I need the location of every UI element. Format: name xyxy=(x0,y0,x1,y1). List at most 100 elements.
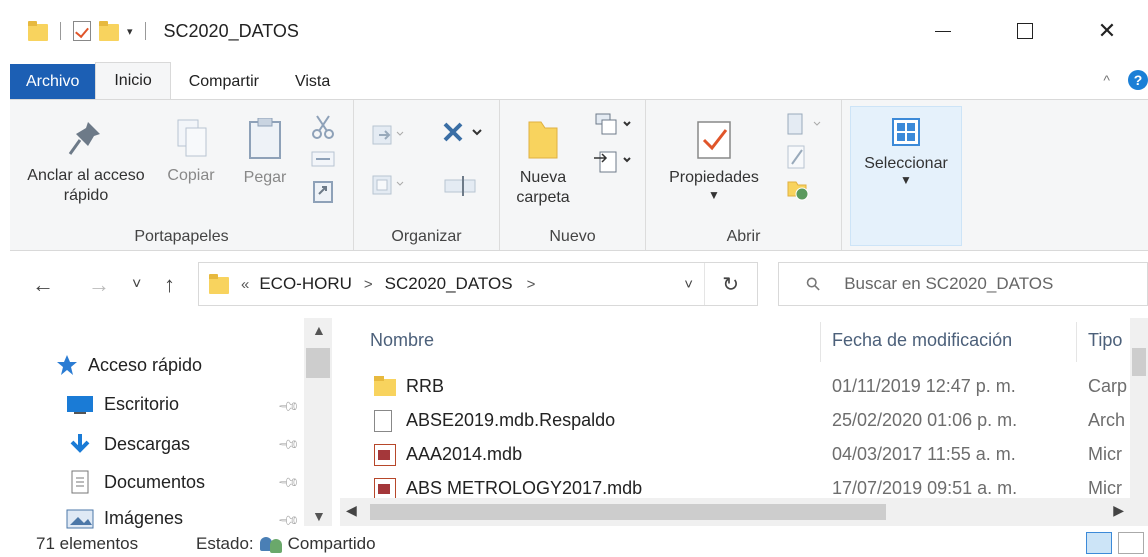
group-portapapeles: Anclar al acceso rápido Copiar Pegar Por… xyxy=(10,100,354,250)
column-header-date[interactable]: Fecha de modificación xyxy=(832,330,1012,351)
star-icon xyxy=(57,355,77,375)
folder-icon xyxy=(209,274,229,294)
file-row[interactable]: ABSE2019.mdb.Respaldo 25/02/2020 01:06 p… xyxy=(340,404,1130,438)
scroll-left-icon[interactable]: ◀ xyxy=(346,502,357,519)
share-state: Estado: Compartido xyxy=(196,534,376,554)
tab-archivo[interactable]: Archivo xyxy=(10,64,96,100)
group-nuevo: Nueva carpeta Nuevo xyxy=(500,100,646,250)
column-divider[interactable] xyxy=(820,322,821,362)
navigation-pane: Acceso rápido Escritorio 📌︎ Descargas 📌︎… xyxy=(0,318,332,532)
paste-shortcut-button[interactable] xyxy=(308,180,338,210)
file-name: ABSE2019.mdb.Respaldo xyxy=(406,410,616,430)
access-db-icon xyxy=(374,444,396,466)
navpane-scrollbar[interactable]: ▲ ▼ xyxy=(304,318,332,526)
nav-item-descargas[interactable]: Descargas xyxy=(66,432,190,456)
large-icons-view-button[interactable] xyxy=(1118,532,1144,554)
nav-item-documentos[interactable]: Documentos xyxy=(66,470,205,494)
nav-item-imagenes[interactable]: Imágenes xyxy=(66,508,183,529)
quick-access-dropdown-icon[interactable]: ▾ xyxy=(127,25,133,38)
rename-icon xyxy=(444,176,476,196)
download-icon xyxy=(70,434,90,453)
nav-item-acceso-rapido[interactable]: Acceso rápido xyxy=(56,354,202,376)
copy-path-icon xyxy=(311,151,335,167)
breadcrumb-separator[interactable]: > xyxy=(527,276,536,293)
filelist-horizontal-scrollbar[interactable]: ◀ ▶ xyxy=(340,498,1148,526)
documents-icon xyxy=(71,470,89,494)
scroll-down-icon[interactable]: ▼ xyxy=(312,508,326,524)
open-button[interactable] xyxy=(782,112,828,144)
title-bar: ▾ SC2020_DATOS ✕ xyxy=(0,0,1148,62)
folder-icon xyxy=(28,21,48,41)
delete-icon xyxy=(443,122,482,142)
tab-vista[interactable]: Vista xyxy=(277,64,348,100)
address-bar[interactable]: « ECO-HORU > SC2020_DATOS > ˅ ↻ xyxy=(198,262,758,306)
recent-locations-button[interactable]: ˅ xyxy=(132,276,141,294)
select-button[interactable]: Seleccionar ▼ xyxy=(850,106,962,246)
column-header-type[interactable]: Tipo xyxy=(1088,330,1130,351)
group-label-portapapeles: Portapapeles xyxy=(134,228,229,245)
tab-compartir[interactable]: Compartir xyxy=(171,64,277,100)
new-item-button[interactable] xyxy=(590,112,636,144)
breadcrumb-sc2020-datos[interactable]: SC2020_DATOS xyxy=(385,274,513,294)
pin-icon[interactable]: 📌︎ xyxy=(277,432,301,457)
address-dropdown-icon[interactable]: ˅ xyxy=(684,276,693,293)
file-name: AAA2014.mdb xyxy=(406,444,523,464)
pin-quick-access-button[interactable]: Anclar al acceso rápido xyxy=(16,118,156,206)
pin-icon[interactable]: 📌︎ xyxy=(277,470,301,495)
filelist-vertical-scrollbar[interactable] xyxy=(1130,318,1148,498)
pictures-icon xyxy=(66,509,94,528)
new-folder-quick-icon[interactable] xyxy=(99,21,119,41)
history-icon xyxy=(787,181,809,201)
scroll-up-icon[interactable]: ▲ xyxy=(312,322,326,338)
file-date: 17/07/2019 09:51 a. m. xyxy=(832,478,1018,498)
breadcrumb-overflow[interactable]: « xyxy=(241,276,249,293)
paste-button[interactable]: Pegar xyxy=(232,118,298,188)
window-title: SC2020_DATOS xyxy=(163,20,299,41)
divider xyxy=(60,22,61,40)
maximize-button[interactable] xyxy=(984,0,1066,62)
close-button[interactable]: ✕ xyxy=(1066,0,1148,62)
forward-button[interactable]: → xyxy=(88,272,110,298)
search-input[interactable]: ⚲ Buscar en SC2020_DATOS xyxy=(778,262,1148,306)
file-row[interactable]: AAA2014.mdb 04/03/2017 11:55 a. m. Micr xyxy=(340,438,1130,472)
back-button[interactable]: ← xyxy=(32,272,54,298)
details-view-button[interactable] xyxy=(1086,532,1112,554)
scroll-right-icon[interactable]: ▶ xyxy=(1113,502,1124,519)
file-row[interactable]: RRB 01/11/2019 12:47 p. m. Carp xyxy=(340,370,1130,404)
breadcrumb-eco-horu[interactable]: ECO-HORU xyxy=(259,274,352,294)
collapse-ribbon-icon[interactable]: ^ xyxy=(1103,72,1110,88)
paste-shortcut-icon xyxy=(313,181,333,203)
file-type: Carp xyxy=(1088,376,1128,396)
history-button[interactable] xyxy=(782,176,828,208)
copy-path-button[interactable] xyxy=(308,150,338,174)
move-to-button[interactable] xyxy=(368,122,408,154)
state-label: Estado: xyxy=(196,534,254,553)
edit-button[interactable] xyxy=(782,144,828,176)
copy-to-button[interactable] xyxy=(368,172,408,204)
copy-button[interactable]: Copiar xyxy=(158,118,224,186)
minimize-button[interactable] xyxy=(902,0,984,62)
pin-icon[interactable]: 📌︎ xyxy=(277,394,301,419)
nav-item-escritorio[interactable]: Escritorio xyxy=(66,394,179,415)
new-folder-button[interactable]: Nueva carpeta xyxy=(504,118,582,208)
column-divider[interactable] xyxy=(1076,322,1077,362)
rename-button[interactable] xyxy=(440,172,480,204)
scrollbar-thumb[interactable] xyxy=(306,348,330,378)
document-icon xyxy=(374,410,392,432)
scrollbar-thumb[interactable] xyxy=(1132,348,1146,376)
scrollbar-thumb[interactable] xyxy=(370,504,886,520)
properties-button[interactable]: Propiedades ▼ xyxy=(654,118,774,202)
cut-button[interactable] xyxy=(308,114,338,146)
shared-people-icon xyxy=(258,535,284,553)
breadcrumb-separator[interactable]: > xyxy=(364,276,373,293)
help-icon[interactable]: ? xyxy=(1128,70,1148,90)
refresh-button[interactable]: ↻ xyxy=(722,272,739,297)
delete-button[interactable] xyxy=(436,118,486,154)
item-count: 71 elementos xyxy=(36,534,139,553)
up-button[interactable]: ↑ xyxy=(164,272,175,298)
properties-quick-icon[interactable] xyxy=(73,21,91,41)
column-header-name[interactable]: Nombre xyxy=(370,330,434,351)
tab-inicio[interactable]: Inicio xyxy=(95,62,171,100)
easy-access-button[interactable] xyxy=(590,148,636,180)
file-type: Micr xyxy=(1088,444,1122,464)
